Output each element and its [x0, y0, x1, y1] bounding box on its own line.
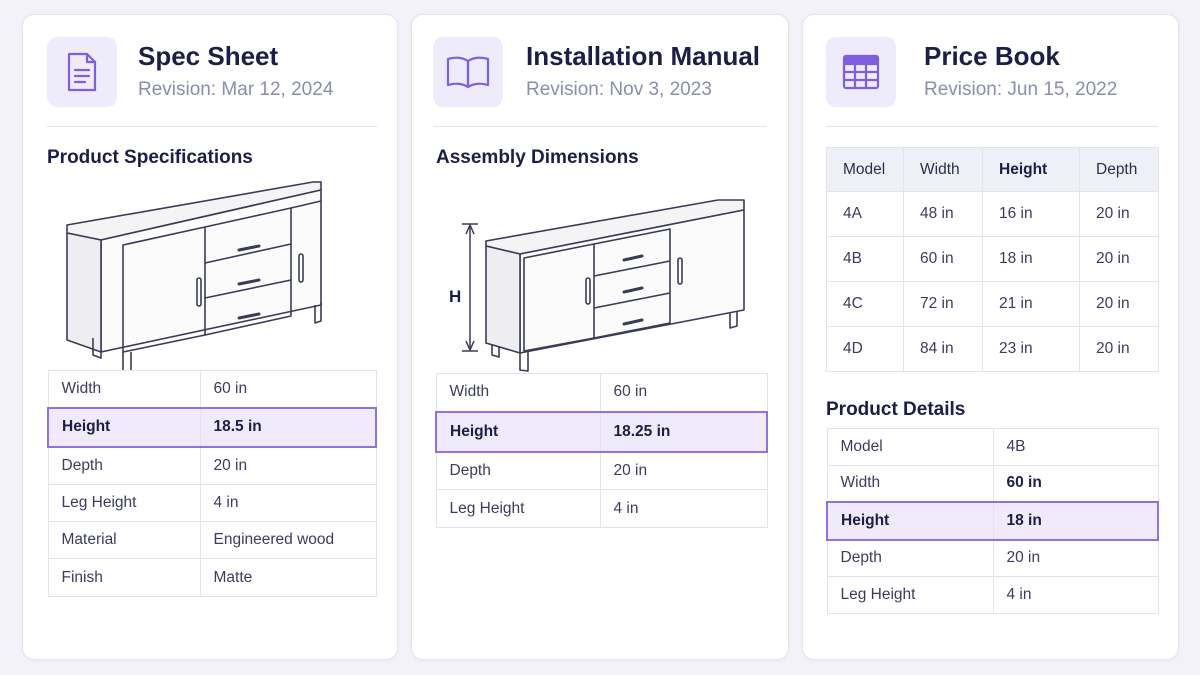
divider: [826, 126, 1158, 127]
divider: [433, 126, 767, 127]
table-cell: 4B: [826, 236, 904, 282]
table-row: Material Engineered wood: [47, 521, 377, 559]
spec-table: Width 60 in Height 18.5 in Depth 20 in L…: [47, 370, 377, 597]
table-row: Depth 20 in: [826, 539, 1159, 577]
section-title: Product Specifications: [47, 147, 253, 168]
price-table: Model Width Height Depth 4A 48 in 16 in …: [826, 147, 1159, 372]
table-row: Width 60 in: [47, 370, 377, 408]
height-dimension-arrow: [462, 223, 478, 352]
document-icon: [47, 37, 117, 107]
detail-label: Depth: [826, 539, 994, 577]
table-row: Leg Height 4 in: [826, 576, 1159, 614]
column-header: Width: [903, 147, 983, 192]
table-row: Leg Height 4 in: [47, 484, 377, 522]
table-row: Width 60 in: [826, 465, 1159, 502]
detail-value: 20 in: [992, 539, 1159, 577]
table-header-row: Model Width Height Depth: [826, 147, 1159, 192]
spec-value: 60 in: [199, 370, 377, 408]
installation-manual-card: Installation Manual Revision: Nov 3, 202…: [411, 14, 789, 660]
highlighted-row: Height 18.25 in: [435, 410, 768, 453]
table-cell: 23 in: [982, 326, 1080, 372]
table-row: Width 60 in: [435, 373, 768, 412]
table-row: Model 4B: [826, 428, 1159, 466]
table-cell: 18 in: [982, 236, 1080, 282]
spec-value: Engineered wood: [199, 521, 377, 559]
spec-label: Width: [435, 373, 601, 412]
assembly-table: Width 60 in Height 18.25 in Depth 20 in …: [435, 373, 768, 528]
table-row: 4C 72 in 21 in 20 in: [826, 281, 1159, 327]
spec-value: 20 in: [599, 451, 768, 490]
doc-revision: Revision: Nov 3, 2023: [526, 79, 712, 100]
highlighted-row: Height 18.5 in: [47, 406, 377, 448]
table-row: 4D 84 in 23 in 20 in: [826, 326, 1159, 372]
table-cell: 72 in: [903, 281, 983, 327]
doc-revision: Revision: Jun 15, 2022: [924, 79, 1118, 100]
spec-value: 20 in: [199, 446, 377, 485]
highlighted-row: Height 18 in: [826, 500, 1159, 541]
spec-value: 4 in: [599, 489, 768, 528]
table-cell: 20 in: [1079, 236, 1159, 282]
spec-label: Leg Height: [435, 489, 601, 528]
detail-label: Leg Height: [826, 576, 994, 614]
table-row: Depth 20 in: [435, 451, 768, 490]
spec-value: 4 in: [199, 484, 377, 522]
table-row: 4B 60 in 18 in 20 in: [826, 236, 1159, 282]
table-row: 4A 48 in 16 in 20 in: [826, 191, 1159, 237]
spec-value: 18.25 in: [599, 410, 768, 453]
spec-value: 18.5 in: [199, 406, 377, 448]
column-header: Height: [982, 147, 1080, 192]
table-cell: 20 in: [1079, 326, 1159, 372]
detail-label: Width: [826, 465, 994, 502]
details-table: Model 4B Width 60 in Height 18 in Depth …: [826, 428, 1159, 614]
detail-value: 4 in: [992, 576, 1159, 614]
doc-title: Spec Sheet: [138, 41, 279, 71]
table-cell: 16 in: [982, 191, 1080, 237]
detail-value: 4B: [992, 428, 1159, 466]
spec-value: 60 in: [599, 373, 768, 412]
table-cell: 4C: [826, 281, 904, 327]
table-cell: 20 in: [1079, 191, 1159, 237]
detail-label: Height: [826, 500, 994, 541]
table-cell: 60 in: [903, 236, 983, 282]
detail-value: 18 in: [992, 500, 1159, 541]
spec-label: Depth: [435, 451, 601, 490]
column-header: Model: [826, 147, 904, 192]
doc-title: Price Book: [924, 41, 1060, 71]
detail-label: Model: [826, 428, 994, 466]
spec-label: Depth: [47, 446, 201, 485]
spec-sheet-card: Spec Sheet Revision: Mar 12, 2024 Produc…: [22, 14, 398, 660]
spec-label: Width: [47, 370, 201, 408]
column-header: Depth: [1079, 147, 1159, 192]
table-cell: 84 in: [903, 326, 983, 372]
table-cell: 20 in: [1079, 281, 1159, 327]
price-book-card: Price Book Revision: Jun 15, 2022 Model …: [802, 14, 1179, 660]
table-cell: 21 in: [982, 281, 1080, 327]
section-title: Product Details: [826, 399, 966, 420]
doc-revision: Revision: Mar 12, 2024: [138, 79, 334, 100]
table-row: Leg Height 4 in: [435, 489, 768, 528]
divider: [47, 126, 377, 127]
table-cell: 4A: [826, 191, 904, 237]
spec-label: Material: [47, 521, 201, 559]
table-cell: 4D: [826, 326, 904, 372]
detail-value: 60 in: [992, 465, 1159, 502]
section-title: Assembly Dimensions: [436, 147, 639, 168]
book-icon: [433, 37, 503, 107]
spec-label: Finish: [47, 558, 201, 597]
sideboard-illustration: [485, 199, 745, 372]
spec-value: Matte: [199, 558, 377, 597]
spec-label: Height: [435, 410, 601, 453]
table-cell: 48 in: [903, 191, 983, 237]
spec-label: Leg Height: [47, 484, 201, 522]
doc-title: Installation Manual: [526, 41, 761, 71]
table-row: Depth 20 in: [47, 446, 377, 485]
sideboard-illustration: [66, 181, 322, 375]
spec-label: Height: [47, 406, 201, 448]
table-row: Finish Matte: [47, 558, 377, 597]
spreadsheet-icon: [826, 37, 896, 107]
